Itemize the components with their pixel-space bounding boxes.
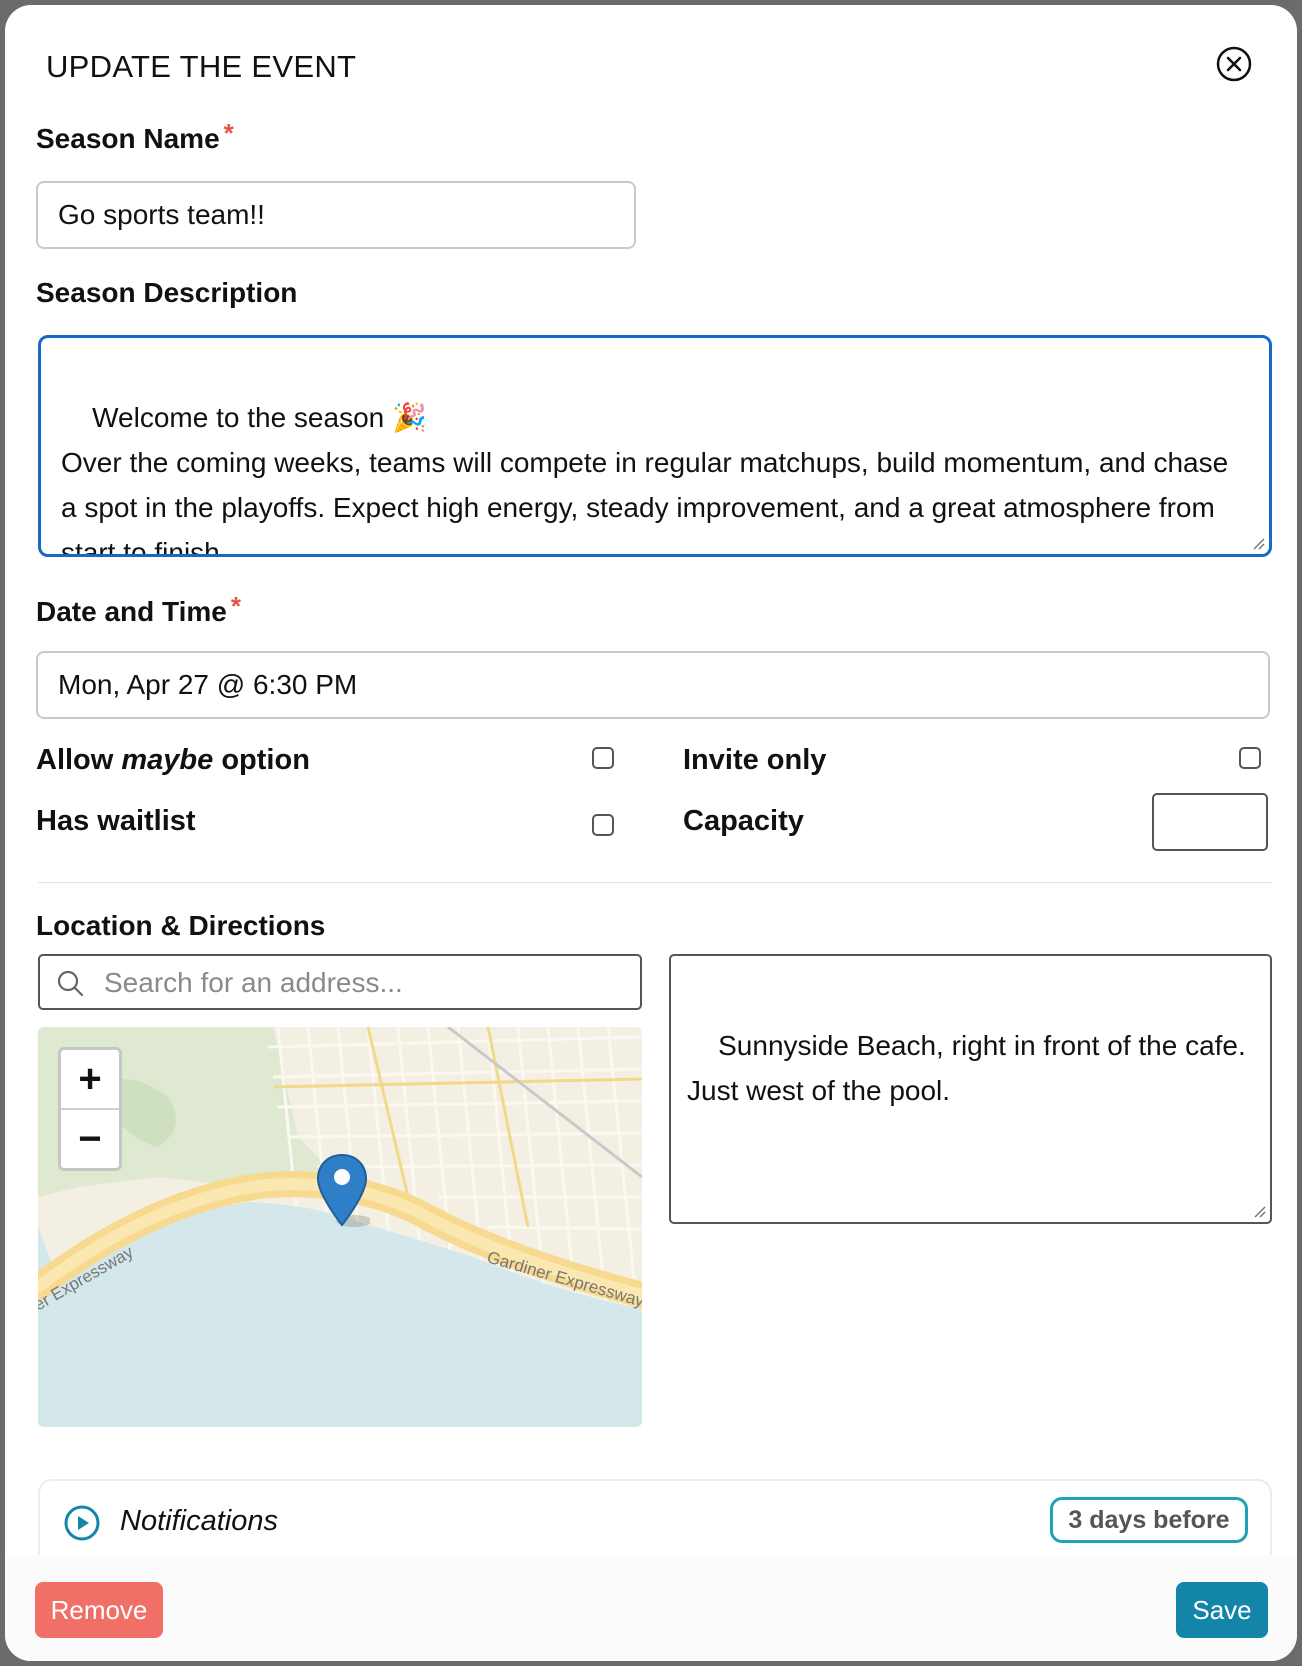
close-circle-icon bbox=[1216, 46, 1252, 82]
required-mark: * bbox=[230, 591, 241, 621]
has-waitlist-checkbox[interactable] bbox=[592, 814, 614, 836]
season-name-label-text: Season Name bbox=[36, 123, 220, 154]
season-name-input[interactable]: Go sports team!! bbox=[36, 181, 636, 249]
directions-text: Sunnyside Beach, right in front of the c… bbox=[687, 1030, 1246, 1106]
zoom-in-button[interactable]: + bbox=[61, 1050, 119, 1110]
date-time-label-text: Date and Time bbox=[36, 596, 227, 627]
notifications-label: Notifications bbox=[120, 1505, 278, 1537]
season-name-label: Season Name * bbox=[36, 118, 234, 155]
allow-maybe-emphasis: maybe bbox=[121, 744, 214, 776]
resize-handle-icon[interactable] bbox=[1252, 1204, 1266, 1218]
date-time-label: Date and Time * bbox=[36, 591, 241, 628]
remove-button[interactable]: Remove bbox=[35, 1582, 163, 1638]
modal-title: UPDATE THE EVENT bbox=[46, 49, 357, 84]
has-waitlist-label: Has waitlist bbox=[36, 805, 196, 837]
section-divider bbox=[38, 882, 1272, 883]
allow-maybe-prefix: Allow bbox=[36, 744, 122, 776]
season-description-label: Season Description bbox=[36, 277, 298, 308]
location-label: Location & Directions bbox=[36, 910, 326, 941]
map-zoom-control: + − bbox=[58, 1047, 122, 1171]
allow-maybe-label: Allow maybe option bbox=[36, 744, 310, 777]
map-pin-icon[interactable] bbox=[314, 1151, 370, 1231]
save-button[interactable]: Save bbox=[1176, 1582, 1268, 1638]
address-search[interactable] bbox=[38, 954, 642, 1010]
allow-maybe-checkbox[interactable] bbox=[592, 747, 614, 769]
play-circle-icon[interactable] bbox=[62, 1503, 102, 1543]
season-description-textarea[interactable]: Welcome to the season 🎉 Over the coming … bbox=[38, 335, 1272, 557]
season-description-text: Welcome to the season 🎉 Over the coming … bbox=[61, 402, 1229, 557]
invite-only-label: Invite only bbox=[683, 744, 827, 776]
resize-handle-icon[interactable] bbox=[1251, 536, 1265, 550]
location-map[interactable]: er Expressway Gardiner Expressway + − bbox=[38, 1027, 642, 1427]
required-mark: * bbox=[223, 118, 234, 148]
close-button[interactable] bbox=[1214, 44, 1254, 84]
capacity-label: Capacity bbox=[683, 805, 804, 837]
address-search-input[interactable] bbox=[102, 956, 626, 1010]
capacity-input[interactable] bbox=[1152, 793, 1268, 851]
update-event-modal: UPDATE THE EVENT Season Name * Go sports … bbox=[5, 5, 1297, 1661]
notifications-badge[interactable]: 3 days before bbox=[1050, 1497, 1248, 1543]
modal-footer: Remove Save bbox=[5, 1555, 1297, 1661]
search-icon bbox=[57, 970, 84, 997]
zoom-out-button[interactable]: − bbox=[61, 1110, 119, 1168]
invite-only-checkbox[interactable] bbox=[1239, 747, 1261, 769]
directions-textarea[interactable]: Sunnyside Beach, right in front of the c… bbox=[669, 954, 1272, 1224]
date-time-input[interactable]: Mon, Apr 27 @ 6:30 PM bbox=[36, 651, 1270, 719]
allow-maybe-suffix: option bbox=[213, 744, 310, 776]
